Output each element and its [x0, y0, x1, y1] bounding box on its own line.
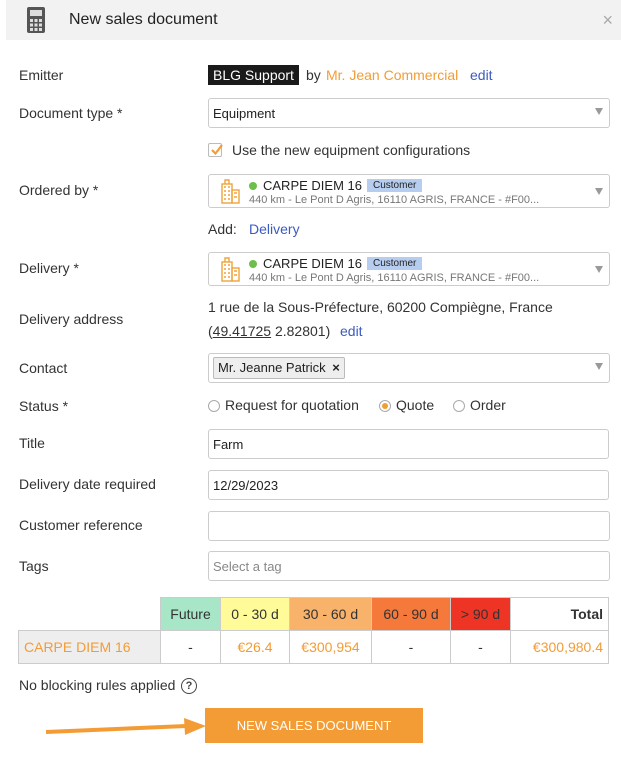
contact-chip-label: Mr. Jeanne Patrick: [218, 360, 326, 375]
equipment-config-checkbox[interactable]: [208, 143, 223, 157]
delivery-date-value: 12/29/2023: [213, 478, 279, 493]
document-type-label: Document type *: [19, 105, 123, 121]
chevron-down-icon: [595, 266, 603, 273]
status-label: Status *: [19, 398, 69, 414]
document-type-value: Equipment: [213, 106, 276, 121]
customer-reference-input[interactable]: [208, 511, 610, 541]
ordered-by-select[interactable]: CARPE DIEM 16 Customer 440 km - Le Pont …: [208, 174, 610, 208]
status-option-order: Order: [470, 397, 506, 413]
contact-select[interactable]: Mr. Jeanne Patrick ×: [208, 353, 610, 383]
aging-cell-total[interactable]: €300,980.4: [510, 630, 609, 664]
delivery-address-line: 1 rue de la Sous-Préfecture, 60200 Compi…: [208, 299, 553, 315]
aging-table: Future 0 - 30 d 30 - 60 d 60 - 90 d > 90…: [18, 597, 609, 664]
aging-header-row: Future 0 - 30 d 30 - 60 d 60 - 90 d > 90…: [18, 597, 609, 631]
customer-badge: Customer: [367, 179, 423, 192]
tags-label: Tags: [19, 558, 49, 574]
status-dot: [249, 260, 257, 268]
aging-cell-future: -: [160, 630, 221, 664]
delivery-select[interactable]: CARPE DIEM 16 Customer 440 km - Le Pont …: [208, 252, 610, 286]
ordered-by-label: Ordered by *: [19, 182, 99, 198]
aging-cell-0-30[interactable]: €26.4: [220, 630, 290, 664]
dialog-header: New sales document ×: [6, 0, 621, 40]
status-radio-rfq[interactable]: [208, 400, 220, 412]
delivery-date-label: Delivery date required: [19, 476, 156, 492]
building-icon: [219, 178, 241, 207]
emitter-badge: BLG Support: [208, 65, 299, 85]
aging-row-customer-link[interactable]: CARPE DIEM 16: [18, 630, 161, 664]
blocking-rules-text: No blocking rules applied: [19, 677, 176, 693]
chevron-down-icon: [595, 108, 603, 115]
delivery-name: CARPE DIEM 16: [263, 256, 362, 271]
contact-label: Contact: [19, 360, 68, 376]
status-radio-quote[interactable]: [379, 400, 391, 412]
tags-select[interactable]: Select a tag: [208, 551, 610, 581]
calculator-icon: [26, 6, 46, 37]
title-label: Title: [19, 435, 45, 451]
emitter-edit-link[interactable]: edit: [470, 67, 493, 83]
building-icon: [219, 256, 241, 285]
aging-cell-30-60[interactable]: €300,954: [289, 630, 372, 664]
remove-icon[interactable]: ×: [332, 360, 340, 375]
customer-badge: Customer: [367, 257, 423, 270]
emitter-by: by: [306, 67, 321, 83]
ordered-by-name: CARPE DIEM 16: [263, 178, 362, 193]
status-dot: [249, 182, 257, 190]
status-option-quote: Quote: [396, 397, 435, 413]
aging-row: CARPE DIEM 16 - €26.4 €300,954 - - €300,…: [18, 630, 609, 664]
new-sales-document-button[interactable]: NEW SALES DOCUMENT: [205, 708, 423, 743]
aging-header-30-60: 30 - 60 d: [289, 597, 372, 631]
chevron-down-icon: [595, 188, 603, 195]
add-label: Add:: [208, 221, 237, 237]
dialog-title: New sales document: [69, 11, 218, 28]
title-value: Farm: [213, 437, 244, 452]
customer-reference-label: Customer reference: [19, 517, 143, 533]
tags-placeholder: Select a tag: [213, 559, 282, 574]
delivery-coordinates: (49.41725 2.82801): [208, 323, 331, 339]
ordered-by-address: 440 km - Le Pont D Agris, 16110 AGRIS, F…: [249, 194, 540, 206]
delivery-address-label: Delivery address: [19, 311, 124, 327]
aging-header-60-90: 60 - 90 d: [371, 597, 451, 631]
title-input[interactable]: Farm: [208, 429, 609, 459]
document-type-select[interactable]: Equipment: [208, 98, 610, 128]
aging-corner: [18, 597, 161, 631]
status-option-rfq: Request for quotation: [225, 397, 359, 413]
pointer-arrow-icon: [45, 718, 206, 735]
equipment-config-label: Use the new equipment configurations: [232, 142, 471, 158]
help-icon[interactable]: ?: [181, 678, 197, 694]
aging-cell-60-90: -: [371, 630, 451, 664]
add-delivery-link[interactable]: Delivery: [249, 221, 300, 237]
aging-header-0-30: 0 - 30 d: [220, 597, 290, 631]
delivery-address-edit-link[interactable]: edit: [340, 323, 363, 339]
emitter-person-link[interactable]: Mr. Jean Commercial: [326, 67, 458, 83]
delivery-latitude[interactable]: 49.41725: [213, 323, 271, 339]
chevron-down-icon: [595, 363, 603, 370]
close-icon[interactable]: ×: [602, 10, 613, 31]
status-radio-order[interactable]: [453, 400, 465, 412]
contact-chip: Mr. Jeanne Patrick ×: [213, 357, 345, 379]
aging-header-total: Total: [510, 597, 609, 631]
delivery-date-input[interactable]: 12/29/2023: [208, 470, 609, 500]
aging-header-90-plus: > 90 d: [450, 597, 511, 631]
delivery-address-short: 440 km - Le Pont D Agris, 16110 AGRIS, F…: [249, 272, 540, 284]
delivery-label: Delivery *: [19, 260, 79, 276]
emitter-label: Emitter: [19, 67, 64, 83]
aging-header-future: Future: [160, 597, 221, 631]
aging-cell-90-plus: -: [450, 630, 511, 664]
